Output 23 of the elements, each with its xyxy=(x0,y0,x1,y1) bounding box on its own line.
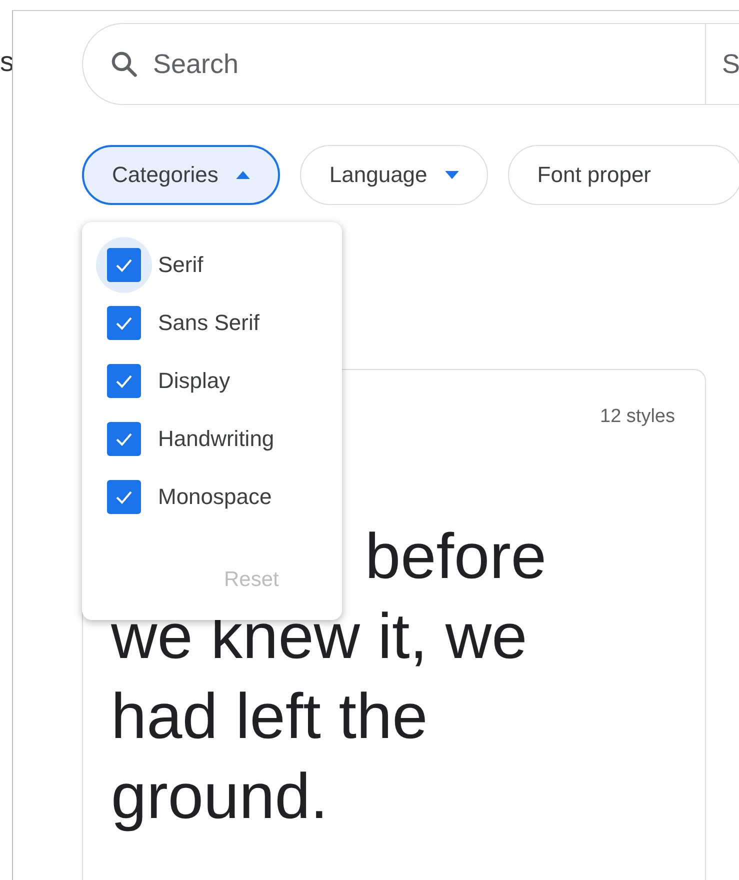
preview-text: we knew it, we xyxy=(111,599,528,674)
preview-text: had left the xyxy=(111,679,428,754)
preview-text: ground. xyxy=(111,759,328,834)
category-option[interactable]: Monospace xyxy=(158,484,272,510)
filter-chip[interactable]: Font proper xyxy=(508,145,739,205)
filter-chip[interactable]: Language xyxy=(300,145,488,205)
checkbox[interactable] xyxy=(107,306,141,340)
checkbox[interactable] xyxy=(107,364,141,398)
checkbox[interactable] xyxy=(107,422,141,456)
category-option[interactable]: Display xyxy=(158,368,230,394)
search-option-label[interactable]: S xyxy=(722,48,739,80)
search-field[interactable]: Search S xyxy=(82,23,739,105)
style-count: 12 styles xyxy=(599,406,675,428)
caret-down-icon xyxy=(445,171,460,179)
category-option[interactable]: Sans Serif xyxy=(158,310,260,336)
preview-text: before xyxy=(365,519,546,594)
category-option[interactable]: Handwriting xyxy=(158,426,274,452)
category-option[interactable]: Serif xyxy=(158,252,204,278)
caret-up-icon xyxy=(236,171,250,179)
checkbox[interactable] xyxy=(107,248,141,282)
checkbox[interactable] xyxy=(107,480,141,514)
search-icon xyxy=(109,49,139,79)
filter-chip[interactable]: Categories xyxy=(82,145,280,205)
